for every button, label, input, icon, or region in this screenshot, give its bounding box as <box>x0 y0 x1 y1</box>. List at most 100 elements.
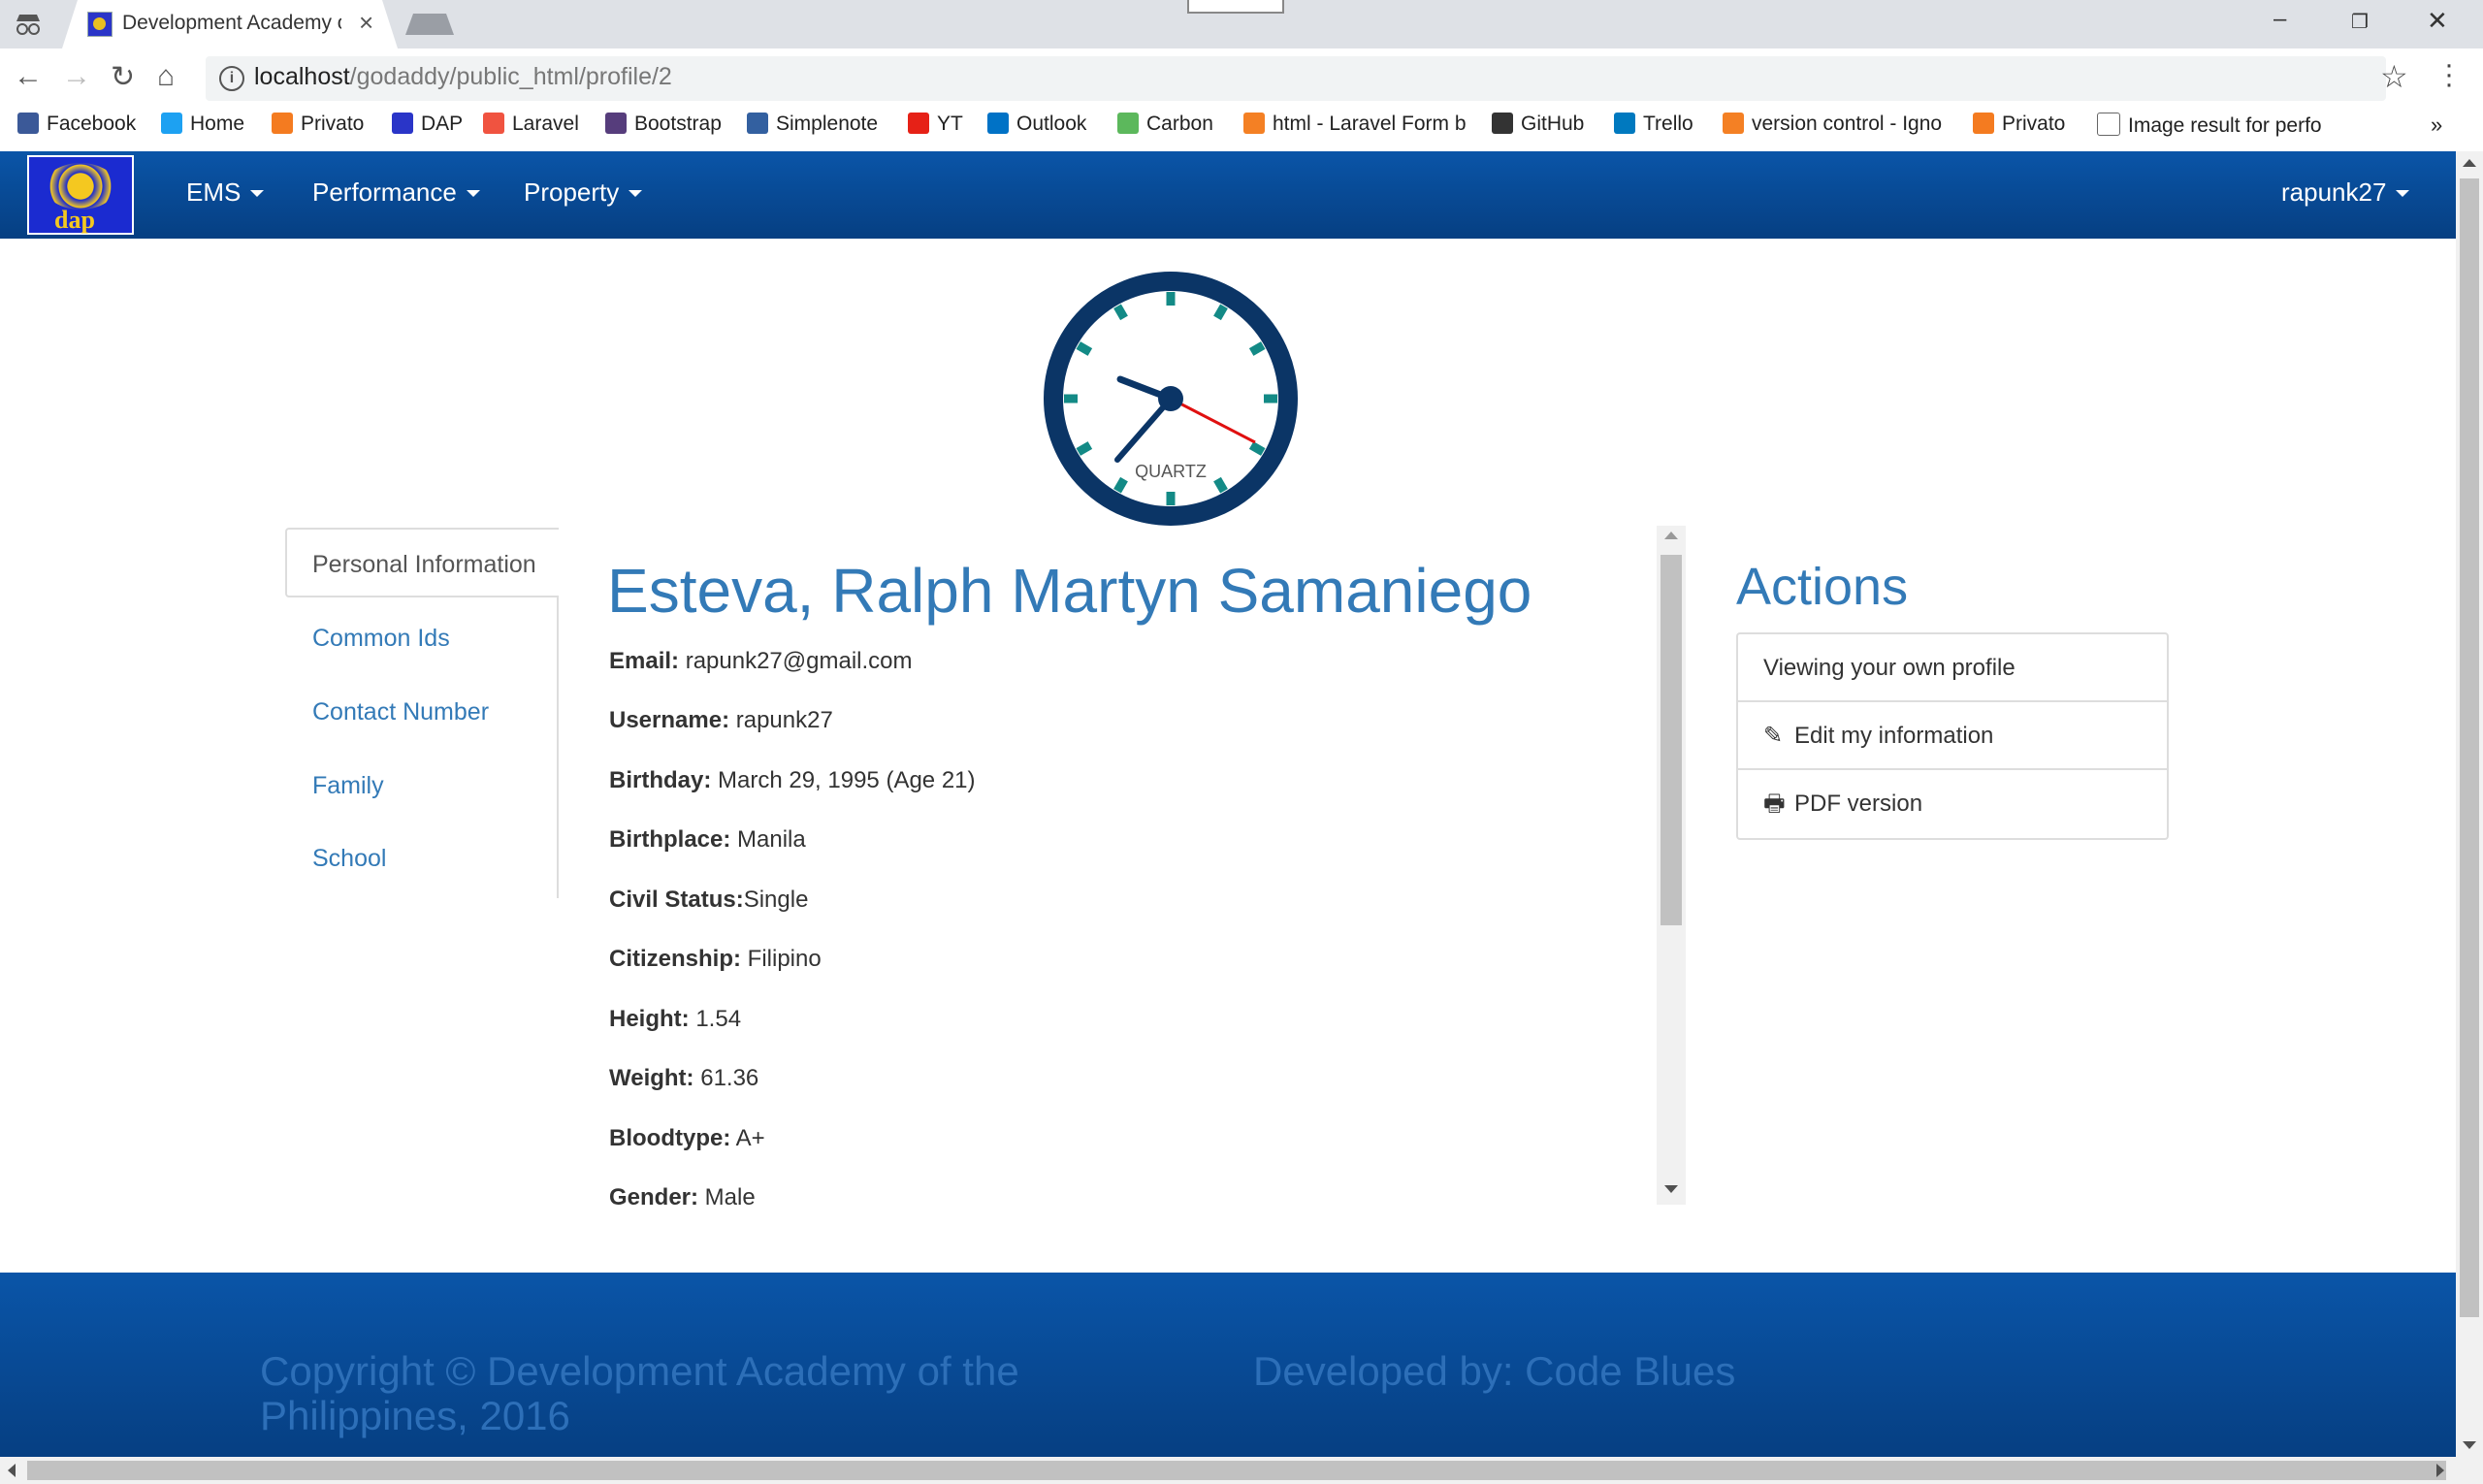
field-label: Weight: <box>609 1065 694 1091</box>
home-icon[interactable]: ⌂ <box>157 60 175 93</box>
new-tab-button[interactable] <box>405 14 454 35</box>
bookmark-item[interactable]: DAP <box>392 113 463 136</box>
field-username: Username: rapunk27 <box>609 707 833 734</box>
field-civil-status: Civil Status:Single <box>609 887 808 914</box>
bookmark-item[interactable]: GitHub <box>1492 113 1584 136</box>
page-horizontal-scrollbar[interactable] <box>0 1457 2483 1484</box>
bookmark-label: Laravel <box>512 113 579 135</box>
action-viewing-own-profile: Viewing your own profile <box>1738 634 2167 702</box>
window-drag-handle[interactable] <box>1187 0 1284 14</box>
restore-icon[interactable]: ❐ <box>2351 10 2369 34</box>
bookmark-star-icon[interactable]: ☆ <box>2380 58 2408 95</box>
actions-list: Viewing your own profile ✎ Edit my inform… <box>1736 632 2169 840</box>
field-value: 61.36 <box>693 1065 759 1091</box>
field-label: Bloodtype: <box>609 1125 731 1151</box>
bookmark-label: DAP <box>421 113 464 135</box>
address-bar[interactable]: i localhost/godaddy/public_html/profile/… <box>206 56 2386 101</box>
dap-logo[interactable]: dap <box>27 155 134 235</box>
bookmark-item[interactable]: Laravel <box>483 113 579 136</box>
tab-common-ids[interactable]: Common Ids <box>312 625 450 653</box>
browser-tab-active[interactable]: Development Academy of the Philippines × <box>62 0 398 48</box>
scroll-left-icon[interactable] <box>8 1464 16 1477</box>
bookmark-label: Bootstrap <box>634 113 722 135</box>
facebook-icon <box>17 113 39 134</box>
clock-tick <box>1248 441 1266 456</box>
bookmark-label: Simplenote <box>776 113 879 135</box>
user-menu[interactable]: rapunk27 <box>2281 177 2410 208</box>
scroll-up-icon[interactable] <box>1664 532 1678 539</box>
clock-label: QUARTZ <box>1135 462 1207 481</box>
site-info-icon[interactable]: i <box>219 66 244 91</box>
tab-close-icon[interactable]: × <box>359 8 373 38</box>
scrollbar-thumb[interactable] <box>1661 555 1682 925</box>
field-birthplace: Birthplace: Manila <box>609 826 806 854</box>
nav-menu-label: Property <box>524 177 620 207</box>
clock-tick <box>1076 341 1093 356</box>
youtube-icon <box>908 113 929 134</box>
caret-down-icon <box>250 190 265 197</box>
url-path: /godaddy/public_html/profile/2 <box>349 63 672 90</box>
close-window-icon[interactable]: ✕ <box>2427 6 2448 36</box>
bookmark-item[interactable]: Privato <box>1973 113 2065 136</box>
scroll-down-icon[interactable] <box>1664 1185 1678 1193</box>
bookmark-item[interactable]: Carbon <box>1117 113 1213 136</box>
user-name: rapunk27 <box>2281 177 2387 207</box>
nav-menu-ems[interactable]: EMS <box>186 177 265 208</box>
url-host: localhost <box>254 63 350 90</box>
bookmark-label: Privato <box>2002 113 2066 135</box>
back-icon[interactable]: ← <box>14 60 43 93</box>
nav-menu-property[interactable]: Property <box>524 177 643 208</box>
field-gender: Gender: Male <box>609 1184 756 1211</box>
more-bookmarks-icon[interactable]: » <box>2431 113 2442 138</box>
field-label: Height: <box>609 1006 690 1032</box>
action-edit-my-information[interactable]: ✎ Edit my information <box>1738 702 2167 770</box>
footer-developed-by: Developed by: Code Blues <box>1253 1348 1736 1394</box>
scrollbar-thumb[interactable] <box>2460 178 2479 1317</box>
scrollbar-thumb[interactable] <box>27 1461 2446 1480</box>
action-label: Edit my information <box>1794 723 1994 749</box>
tab-contact-number[interactable]: Contact Number <box>312 698 489 726</box>
bookmark-item[interactable]: Home <box>161 113 244 136</box>
nav-menu-performance[interactable]: Performance <box>312 177 480 208</box>
dap-favicon-icon <box>87 12 113 37</box>
scroll-right-icon[interactable] <box>2436 1464 2444 1477</box>
privato-icon <box>1973 113 1994 134</box>
field-label: Citizenship: <box>609 946 741 972</box>
bookmark-item[interactable]: Image result for perfo <box>2097 113 2322 138</box>
incognito-icon <box>16 15 40 35</box>
scroll-up-icon[interactable] <box>2463 159 2476 167</box>
laravel-icon <box>483 113 504 134</box>
profile-name: Esteva, Ralph Martyn Samaniego <box>607 556 1532 626</box>
bookmark-item[interactable]: version control - Igno <box>1723 113 1942 136</box>
nav-menu-label: Performance <box>312 177 457 207</box>
field-value: Filipino <box>741 946 822 972</box>
tab-family[interactable]: Family <box>312 772 384 800</box>
bookmark-item[interactable]: Privato <box>272 113 364 136</box>
tab-school[interactable]: School <box>312 845 386 873</box>
bookmark-item[interactable]: Facebook <box>17 113 136 136</box>
field-value: 1.54 <box>689 1006 742 1032</box>
stackoverflow-icon <box>1243 113 1265 134</box>
bookmark-item[interactable]: YT <box>908 113 963 136</box>
github-icon <box>1492 113 1513 134</box>
bookmark-label: Home <box>190 113 245 135</box>
profile-scrollbar[interactable] <box>1657 526 1686 1205</box>
clock-tick <box>1213 304 1228 321</box>
clock-center <box>1158 386 1183 411</box>
reload-icon[interactable]: ↻ <box>111 60 135 94</box>
page-vertical-scrollbar[interactable] <box>2456 151 2483 1457</box>
caret-down-icon <box>466 190 480 197</box>
bookmark-item[interactable]: Outlook <box>987 113 1086 136</box>
bookmark-item[interactable]: Simplenote <box>747 113 878 136</box>
scroll-down-icon[interactable] <box>2463 1441 2476 1449</box>
action-pdf-version[interactable]: 🖶 PDF version <box>1738 770 2167 838</box>
bookmark-item[interactable]: html - Laravel Form b <box>1243 113 1467 136</box>
footer-copyright-line2: Philippines, 2016 <box>260 1393 570 1438</box>
bookmark-item[interactable]: Bootstrap <box>605 113 722 136</box>
minimize-icon[interactable]: – <box>2273 6 2286 33</box>
bookmark-label: Outlook <box>1016 113 1087 135</box>
forward-icon[interactable]: → <box>62 60 91 93</box>
tab-personal-information[interactable]: Personal Information <box>312 551 536 579</box>
bookmark-item[interactable]: Trello <box>1614 113 1693 136</box>
browser-menu-icon[interactable]: · · · <box>2444 50 2454 99</box>
